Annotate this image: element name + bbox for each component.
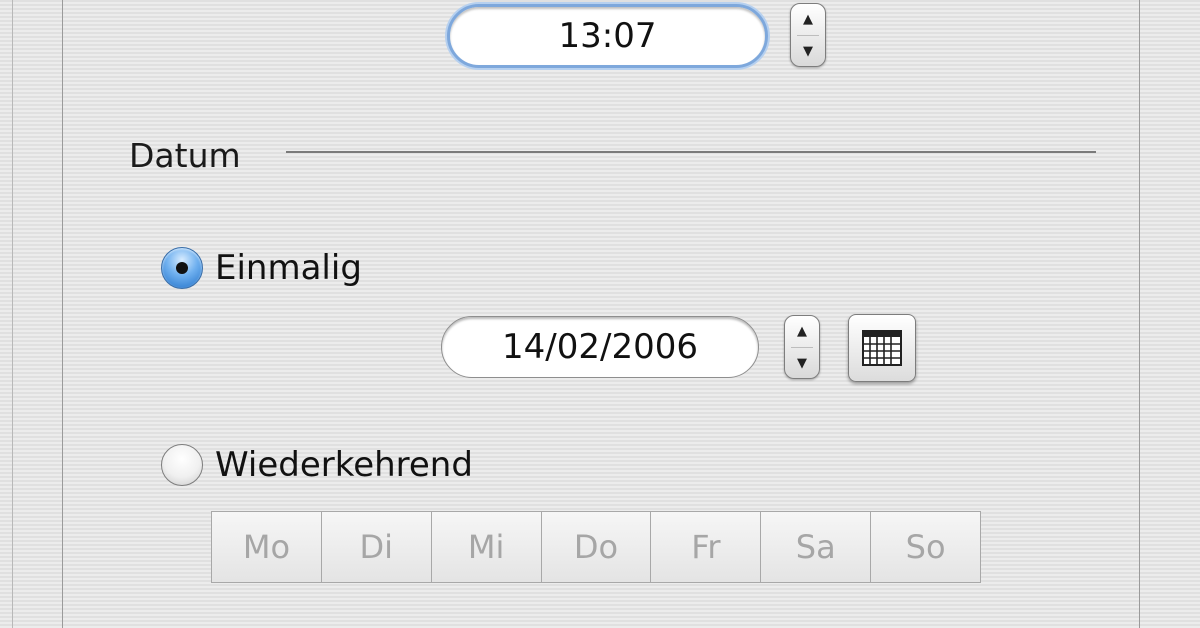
window-left-edge [0,0,63,628]
day-toggle-mo[interactable]: Mo [212,512,322,582]
weekday-selector: Mo Di Mi Do Fr Sa So [211,511,981,583]
stepper-divider [797,34,819,36]
time-stepper[interactable]: ▲ ▼ [790,3,826,67]
time-value: 13:07 [558,16,657,56]
day-toggle-fr[interactable]: Fr [651,512,762,582]
radio-recurring[interactable]: Wiederkehrend [161,444,473,486]
radio-unselected-icon[interactable] [161,444,203,486]
day-toggle-di[interactable]: Di [322,512,432,582]
time-input[interactable]: 13:07 [447,4,768,68]
radio-once-label[interactable]: Einmalig [215,248,362,288]
radio-dot [176,262,188,274]
radio-once[interactable]: Einmalig [161,247,362,289]
date-stepper-up-icon[interactable]: ▲ [797,325,807,338]
day-toggle-mi[interactable]: Mi [432,512,542,582]
date-input[interactable]: 14/02/2006 [441,316,759,378]
date-stepper[interactable]: ▲ ▼ [784,315,820,379]
day-toggle-sa[interactable]: Sa [761,512,872,582]
stepper-divider [791,346,813,348]
date-stepper-down-icon[interactable]: ▼ [797,357,807,370]
time-stepper-down-icon[interactable]: ▼ [803,45,813,58]
schedule-panel: 13:07 ▲ ▼ Datum Einmalig 14/02/2006 ▲ ▼ [63,0,1139,628]
day-toggle-so[interactable]: So [871,512,980,582]
radio-recurring-label[interactable]: Wiederkehrend [215,445,473,485]
calendar-button[interactable] [848,314,916,382]
radio-selected-icon[interactable] [161,247,203,289]
date-section-title: Datum [129,136,241,175]
day-toggle-do[interactable]: Do [542,512,652,582]
calendar-icon [862,330,902,366]
window-right-edge [1139,0,1200,628]
section-divider [286,151,1096,153]
date-value: 14/02/2006 [502,327,698,367]
time-stepper-up-icon[interactable]: ▲ [803,13,813,26]
